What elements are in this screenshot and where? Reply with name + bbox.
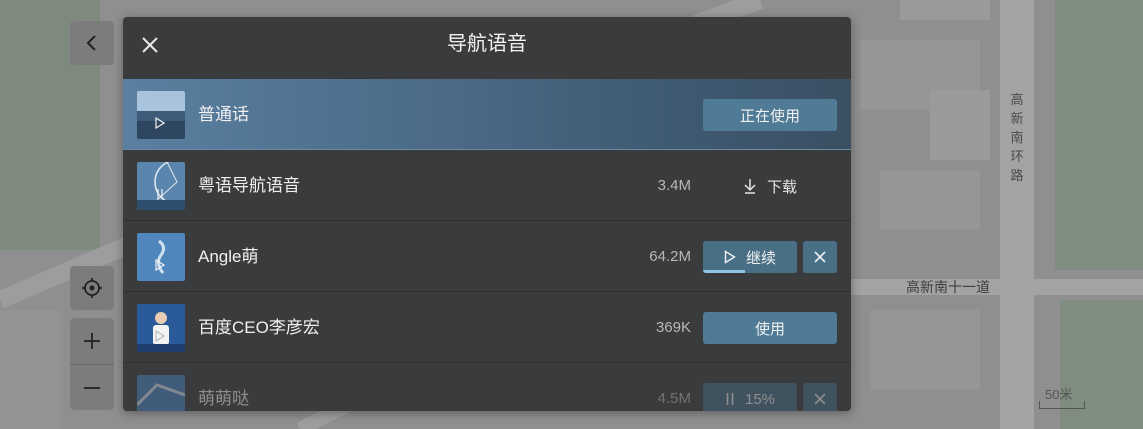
locate-icon — [82, 278, 102, 298]
chevron-left-icon — [86, 35, 96, 51]
continue-button[interactable]: 继续 — [703, 241, 797, 273]
dialog-header: 导航语音 — [123, 17, 851, 79]
pause-button[interactable]: 15% — [703, 383, 797, 411]
in-use-button[interactable]: 正在使用 — [703, 99, 837, 131]
download-button[interactable]: 下载 — [703, 170, 837, 202]
cancel-download-button[interactable] — [803, 383, 837, 411]
voice-size: 3.4M — [657, 177, 691, 194]
voice-dialog: 导航语音 普通话 正在使用 粤语导航语音 3.4M 下载 Angle萌 64.2… — [123, 17, 851, 411]
close-button[interactable] — [137, 32, 163, 58]
play-icon — [155, 259, 165, 271]
play-icon — [155, 117, 165, 129]
scale-bar — [1039, 401, 1085, 409]
minus-icon — [84, 386, 100, 389]
use-button[interactable]: 使用 — [703, 312, 837, 344]
road-label-vertical: 高新南环路 — [1010, 92, 1024, 183]
voice-item[interactable]: 粤语导航语音 3.4M 下载 — [123, 150, 851, 221]
zoom-out-button[interactable] — [70, 364, 114, 410]
voice-thumbnail — [137, 375, 185, 411]
voice-name: 萌萌哒 — [198, 389, 249, 408]
voice-size: 4.5M — [657, 390, 691, 407]
zoom-in-button[interactable] — [70, 318, 114, 364]
voice-thumbnail — [137, 91, 185, 139]
dialog-title: 导航语音 — [447, 33, 527, 55]
voice-name: Angle萌 — [198, 247, 259, 266]
close-icon — [814, 393, 826, 405]
play-icon — [155, 330, 165, 342]
progress-label: 15% — [744, 390, 776, 408]
close-icon — [142, 37, 158, 53]
pause-icon — [157, 189, 163, 199]
road-label-horizontal: 高新南十一道 — [906, 279, 990, 295]
voice-size: 369K — [655, 319, 691, 336]
cancel-download-button[interactable] — [803, 241, 837, 273]
voice-thumbnail — [137, 233, 185, 281]
pause-icon — [725, 392, 735, 406]
voice-item[interactable]: 普通话 正在使用 — [123, 79, 851, 150]
locate-button[interactable] — [70, 266, 114, 310]
continue-label: 继续 — [745, 249, 776, 267]
voice-thumbnail — [137, 162, 185, 210]
download-label: 下载 — [766, 178, 797, 196]
close-icon — [814, 251, 826, 263]
voice-item[interactable]: 百度CEO李彦宏 369K 使用 — [123, 292, 851, 363]
voice-name: 百度CEO李彦宏 — [198, 318, 320, 337]
voice-thumbnail — [137, 304, 185, 352]
voice-name: 粤语导航语音 — [198, 176, 300, 195]
voice-size: 64.2M — [649, 248, 691, 265]
back-button[interactable] — [70, 21, 114, 65]
voice-item[interactable]: Angle萌 64.2M 继续 — [123, 221, 851, 292]
voice-name: 普通话 — [198, 105, 249, 124]
zoom-controls — [70, 318, 114, 410]
download-progress — [703, 270, 746, 273]
voice-item[interactable]: 萌萌哒 4.5M 15% — [123, 363, 851, 411]
play-icon — [724, 250, 736, 264]
plus-icon — [84, 333, 100, 349]
download-icon — [743, 178, 757, 194]
